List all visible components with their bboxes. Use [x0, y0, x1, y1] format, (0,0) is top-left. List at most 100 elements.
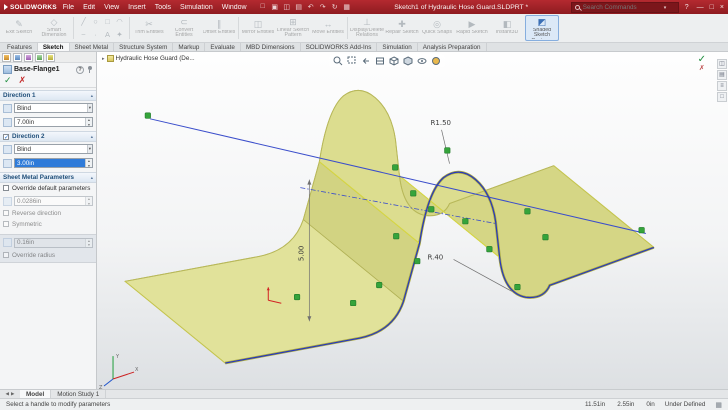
spinner[interactable]	[85, 159, 92, 167]
tab-simulation[interactable]: Simulation	[377, 43, 417, 51]
ribbon-offset-entities-button[interactable]: ∥Offset Entities	[202, 15, 236, 41]
override-defaults-checkbox[interactable]	[3, 185, 9, 191]
display-style-icon[interactable]	[402, 55, 414, 66]
text-tool-icon[interactable]: A	[102, 29, 113, 41]
ok-button[interactable]: ✓	[4, 76, 12, 85]
property-manager-tab-icon[interactable]	[13, 53, 22, 62]
tab-markup[interactable]: Markup	[173, 43, 205, 51]
polygon-tool-icon[interactable]: ✦	[114, 29, 125, 41]
open-document-icon[interactable]: ▣	[270, 3, 280, 11]
direction2-header[interactable]: Direction 2	[0, 131, 96, 142]
height-dimension-text[interactable]: 5.00	[297, 246, 305, 262]
command-search[interactable]	[571, 2, 679, 13]
spinner[interactable]	[85, 118, 92, 126]
ribbon-rapid-sketch-button[interactable]: ▶Rapid Sketch	[455, 15, 489, 41]
design-library-pane-icon[interactable]: ▤	[717, 70, 727, 80]
direction1-end-condition-select[interactable]: Blind	[14, 103, 93, 113]
large-radius-dimension-text[interactable]: R1.50	[431, 119, 451, 127]
appearances-pane-icon[interactable]: □	[717, 92, 727, 102]
tab-structure-system[interactable]: Structure System	[114, 43, 173, 51]
direction1-depth-field[interactable]: 7.00in	[14, 117, 93, 127]
zoom-area-icon[interactable]	[346, 55, 358, 66]
feature-tree-flyout[interactable]: Hydraulic Hose Guard (De...	[102, 55, 195, 62]
ribbon-convert-entities-button[interactable]: ⊂Convert Entities	[167, 15, 201, 41]
line-tool-icon[interactable]: ╱	[78, 16, 89, 28]
direction2-checkbox[interactable]	[3, 134, 9, 140]
scroll-left-icon[interactable]	[6, 391, 9, 397]
panel-help-icon[interactable]: ?	[76, 66, 84, 74]
direction2-end-condition-select[interactable]: Blind	[14, 144, 93, 154]
bend-radius-field[interactable]: 0.16in	[14, 238, 93, 248]
options-icon[interactable]: ▦	[342, 3, 352, 11]
menu-window[interactable]: Window	[219, 4, 250, 11]
rectangle-tool-icon[interactable]: □	[102, 16, 113, 28]
direction2-depth-field[interactable]: 3.00in	[14, 158, 93, 168]
graphics-viewport[interactable]: 5.00 R1.50 R.40	[97, 52, 728, 389]
ribbon-mirror-entities-button[interactable]: ◫Mirror Entities	[241, 15, 275, 41]
tab-analysis-preparation[interactable]: Analysis Preparation	[418, 43, 487, 51]
ribbon-trim-entities-button[interactable]: ✂Trim Entities	[132, 15, 166, 41]
symmetric-checkbox[interactable]	[3, 221, 9, 227]
accept-sketch-button[interactable]: ✓	[698, 55, 706, 64]
search-dropdown-icon[interactable]	[664, 4, 667, 11]
resources-pane-icon[interactable]: ◫	[717, 59, 727, 69]
spinner[interactable]	[85, 197, 92, 205]
tab-evaluate[interactable]: Evaluate	[205, 43, 241, 51]
print-icon[interactable]: ▤	[294, 3, 304, 11]
tab-mbd-dimensions[interactable]: MBD Dimensions	[241, 43, 301, 51]
search-input[interactable]	[583, 4, 661, 11]
status-pane-icon[interactable]: ▦	[715, 401, 722, 409]
spinner[interactable]	[85, 239, 92, 247]
new-document-icon[interactable]: □	[258, 3, 268, 11]
redo-icon[interactable]: ↷	[318, 3, 328, 11]
zoom-fit-icon[interactable]	[332, 55, 344, 66]
tree-expand-icon[interactable]	[102, 55, 105, 62]
point-tool-icon[interactable]: ·	[90, 29, 101, 41]
undo-icon[interactable]: ↶	[306, 3, 316, 11]
thickness-field[interactable]: 0.0286in	[14, 196, 93, 206]
tab-solidworks-add-ins[interactable]: SOLIDWORKS Add-Ins	[301, 43, 378, 51]
file-explorer-pane-icon[interactable]: ≡	[717, 81, 727, 91]
cancel-sketch-button[interactable]: ✗	[699, 65, 705, 72]
menu-file[interactable]: File	[60, 4, 77, 11]
cancel-button[interactable]: ✗	[19, 76, 27, 85]
ribbon-repair-sketch-button[interactable]: ✚Repair Sketch	[385, 15, 419, 41]
model-tab[interactable]: Model	[20, 390, 51, 398]
ribbon-move-entities-button[interactable]: ↔Move Entities	[311, 15, 345, 41]
arc-tool-icon[interactable]: ◠	[114, 16, 125, 28]
save-icon[interactable]: ◫	[282, 3, 292, 11]
ribbon-smart-dimension-button[interactable]: ◇Smart Dimension	[37, 15, 71, 41]
pin-icon[interactable]	[86, 66, 93, 73]
direction1-header[interactable]: Direction 1	[0, 90, 96, 101]
circle-tool-icon[interactable]: ○	[90, 16, 101, 28]
dimxpert-manager-tab-icon[interactable]	[35, 53, 44, 62]
spline-tool-icon[interactable]: ~	[78, 29, 89, 41]
menu-edit[interactable]: Edit	[80, 4, 98, 11]
ribbon-instant3d-button[interactable]: ◧Instant3D	[490, 15, 524, 41]
minimize-button[interactable]: —	[697, 4, 704, 11]
hide-show-items-icon[interactable]	[416, 55, 428, 66]
menu-simulation[interactable]: Simulation	[177, 4, 216, 11]
previous-view-icon[interactable]	[360, 55, 372, 66]
override-radius-checkbox[interactable]	[3, 252, 9, 258]
edit-appearance-icon[interactable]	[430, 55, 442, 66]
menu-insert[interactable]: Insert	[125, 4, 149, 11]
rebuild-icon[interactable]: ↻	[330, 3, 340, 11]
motion-study-tab[interactable]: Motion Study 1	[51, 390, 106, 398]
maximize-button[interactable]: □	[710, 4, 714, 11]
view-orientation-icon[interactable]	[388, 55, 400, 66]
tab-sketch[interactable]: Sketch	[38, 43, 70, 51]
small-radius-dimension-text[interactable]: R.40	[428, 253, 444, 261]
menu-view[interactable]: View	[101, 4, 122, 11]
ribbon-exit-sketch-button[interactable]: ✎Exit Sketch	[2, 15, 36, 41]
viewport-canvas[interactable]: 5.00 R1.50 R.40	[97, 52, 728, 389]
ribbon-linear-pattern-button[interactable]: ⊞Linear Sketch Pattern	[276, 15, 310, 41]
display-manager-tab-icon[interactable]	[46, 53, 55, 62]
tab-features[interactable]: Features	[2, 43, 38, 51]
scroll-right-icon[interactable]	[11, 391, 14, 397]
tab-sheet-metal[interactable]: Sheet Metal	[70, 43, 115, 51]
help-icon[interactable]: ?	[685, 4, 689, 11]
tab-scroll-controls[interactable]	[0, 390, 20, 398]
ribbon-display-delete-relations-button[interactable]: ⊥Display/Delete Relations	[350, 15, 384, 41]
ribbon-shaded-sketch-contours-button[interactable]: ◩Shaded Sketch Contours	[525, 15, 559, 41]
